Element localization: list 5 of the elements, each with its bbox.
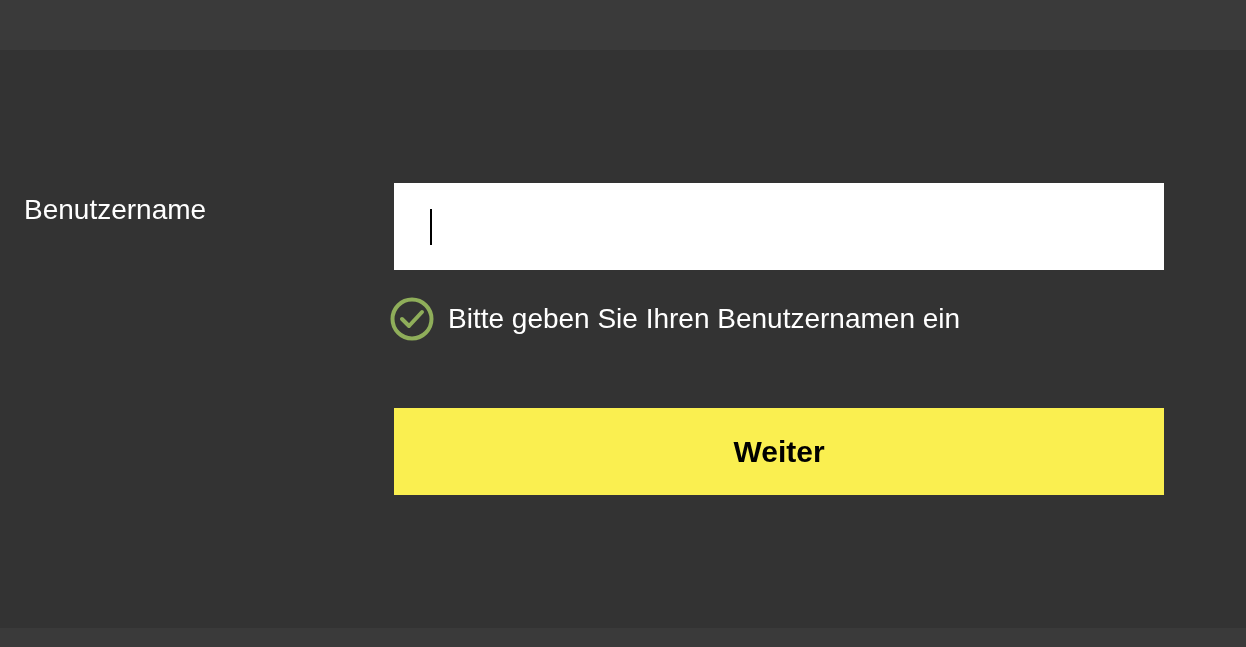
text-caret <box>430 208 432 245</box>
field-label: Benutzername <box>24 193 208 227</box>
username-input[interactable] <box>394 183 1164 270</box>
continue-button[interactable]: Weiter <box>394 408 1164 495</box>
hint-text: Bitte geben Sie Ihren Benutzernamen ein <box>448 302 961 336</box>
